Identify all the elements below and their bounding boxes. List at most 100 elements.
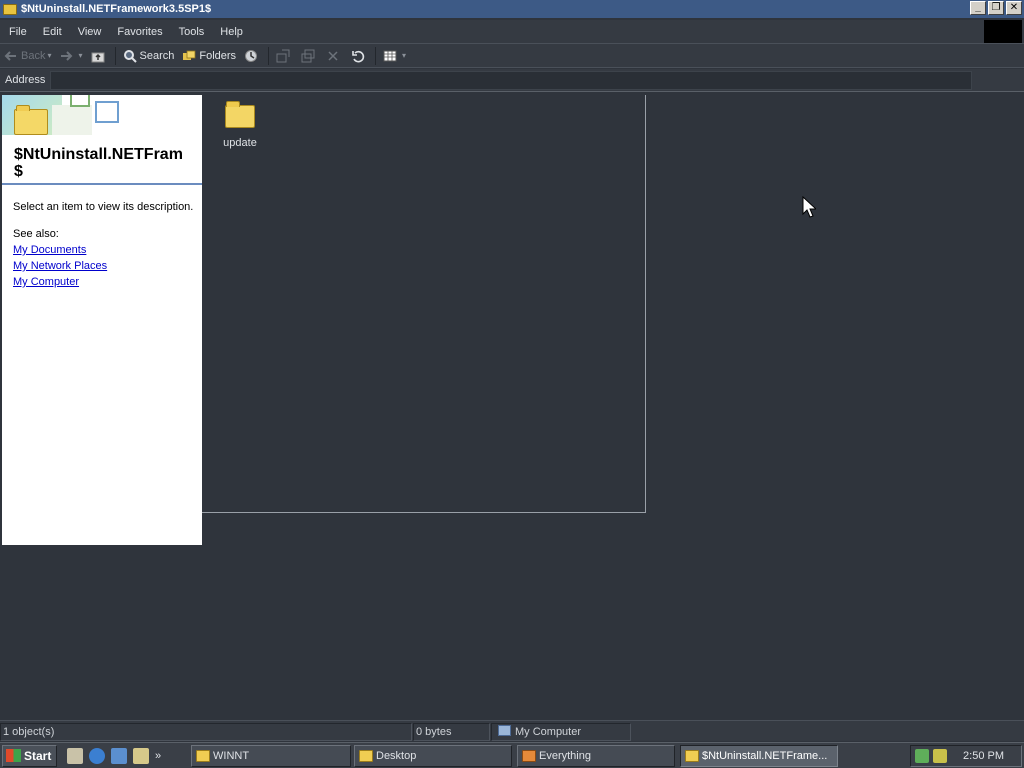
task-label: Desktop (376, 750, 417, 762)
back-label: Back (21, 49, 46, 62)
clock[interactable]: 2:50 PM (963, 750, 1004, 762)
menu-tools[interactable]: Tools (171, 26, 213, 38)
folder-title: $NtUninstall.NETFram (14, 146, 183, 163)
folder-icon (196, 750, 210, 762)
windows-logo-throbber (984, 20, 1022, 43)
folder-icon (14, 105, 48, 135)
start-button[interactable]: Start (2, 744, 57, 767)
everything-app-icon (522, 750, 536, 762)
search-icon[interactable] (133, 747, 149, 764)
windows-flag-icon (6, 749, 21, 762)
move-to-button[interactable] (272, 45, 297, 67)
views-grid-icon (383, 50, 397, 61)
taskbar: Start » WINNT Desktop Everything $NtUnin… (0, 742, 1024, 768)
history-icon (245, 49, 258, 62)
mouse-cursor-icon (802, 196, 816, 218)
menu-view[interactable]: View (70, 26, 110, 38)
task-button-winnt[interactable]: WINNT (191, 745, 351, 767)
task-button-ntuninstall[interactable]: $NtUninstall.NETFrame... (680, 745, 838, 767)
forward-arrow-icon (61, 50, 73, 61)
window-title: $NtUninstall.NETFramework3.5SP1$ (21, 3, 212, 15)
system-tray: 2:50 PM (910, 745, 1022, 767)
address-input[interactable] (50, 71, 972, 90)
web-view-panel: $NtUninstall.NETFram $ Select an item to… (2, 95, 202, 545)
chevron-down-icon: ▾ (402, 51, 407, 60)
status-zone-label: My Computer (515, 726, 582, 738)
status-bar: 1 object(s) 0 bytes My Computer (0, 720, 1024, 741)
quick-launch: » (67, 747, 161, 764)
menu-file[interactable]: File (0, 26, 35, 38)
file-item-name: update (223, 137, 257, 149)
task-label: WINNT (213, 750, 250, 762)
status-object-count: 1 object(s) (0, 723, 412, 741)
folder-title-continued: $ (14, 163, 23, 180)
toolbar-separator (375, 46, 377, 65)
menu-bar: File Edit View Favorites Tools Help (0, 20, 1024, 44)
status-size: 0 bytes (413, 723, 490, 741)
folder-icon (359, 750, 373, 762)
task-button-everything[interactable]: Everything (517, 745, 675, 767)
up-folder-button[interactable] (87, 45, 112, 67)
delete-button[interactable] (322, 45, 347, 67)
show-desktop-icon[interactable] (67, 747, 83, 764)
menu-favorites[interactable]: Favorites (109, 26, 170, 38)
folder-icon (3, 3, 17, 15)
menu-edit[interactable]: Edit (35, 26, 70, 38)
restore-button[interactable]: ❐ (988, 1, 1004, 15)
computer-icon (498, 725, 511, 736)
copy-to-icon (301, 49, 315, 62)
toolbar: Back ▾ ▾ Search Folders ▾ (0, 44, 1024, 68)
task-button-desktop[interactable]: Desktop (354, 745, 512, 767)
minimize-button[interactable]: _ (970, 1, 986, 15)
undo-button[interactable] (347, 45, 372, 67)
chevron-down-icon: ▾ (78, 51, 83, 60)
search-button[interactable]: Search (119, 45, 179, 67)
move-to-icon (276, 49, 290, 62)
address-bar: Address (0, 69, 1024, 92)
item-description: Select an item to view its description. (13, 201, 194, 213)
folders-button[interactable]: Folders (178, 45, 240, 67)
task-label: $NtUninstall.NETFrame... (702, 750, 828, 762)
link-my-computer[interactable]: My Computer (13, 276, 202, 288)
window-controls: _ ❐ ✕ (970, 1, 1022, 15)
task-label: Everything (539, 750, 591, 762)
network-icon[interactable] (915, 749, 929, 763)
back-button[interactable]: Back ▾ (0, 45, 55, 67)
copy-to-button[interactable] (297, 45, 322, 67)
file-item-update[interactable]: update (220, 99, 260, 149)
banner-decoration (52, 105, 92, 135)
title-bar[interactable]: $NtUninstall.NETFramework3.5SP1$ _ ❐ ✕ (0, 0, 1024, 18)
link-my-documents[interactable]: My Documents (13, 244, 202, 256)
search-icon (123, 49, 137, 63)
folders-label: Folders (199, 49, 237, 62)
search-label: Search (139, 49, 175, 62)
see-also-label: See also: (13, 228, 59, 240)
views-button[interactable]: ▾ (379, 45, 410, 67)
toolbar-separator (114, 46, 116, 65)
banner-decoration (95, 101, 119, 123)
chevron-down-icon: ▾ (47, 51, 52, 60)
folder-banner: $NtUninstall.NETFram $ (2, 95, 202, 185)
folders-icon (183, 50, 196, 60)
folder-icon (685, 750, 699, 762)
toolbar-separator (268, 46, 270, 65)
tray-app-icon[interactable] (933, 749, 947, 763)
back-arrow-icon (4, 50, 16, 61)
history-button[interactable] (240, 45, 265, 67)
banner-decoration (70, 95, 90, 107)
file-list-view[interactable]: update (202, 95, 646, 513)
folder-icon (225, 101, 255, 128)
forward-button[interactable]: ▾ (55, 45, 86, 67)
outlook-express-icon[interactable] (111, 747, 127, 764)
quick-launch-more-icon[interactable]: » (155, 750, 161, 762)
up-folder-icon (91, 52, 104, 62)
link-my-network-places[interactable]: My Network Places (13, 260, 202, 272)
delete-x-icon (328, 50, 338, 61)
internet-explorer-icon[interactable] (89, 747, 105, 764)
start-label: Start (24, 748, 52, 763)
close-button[interactable]: ✕ (1006, 1, 1022, 15)
address-label: Address (5, 74, 46, 86)
status-zone: My Computer (491, 723, 631, 741)
menu-help[interactable]: Help (212, 26, 251, 38)
undo-icon (352, 50, 365, 62)
